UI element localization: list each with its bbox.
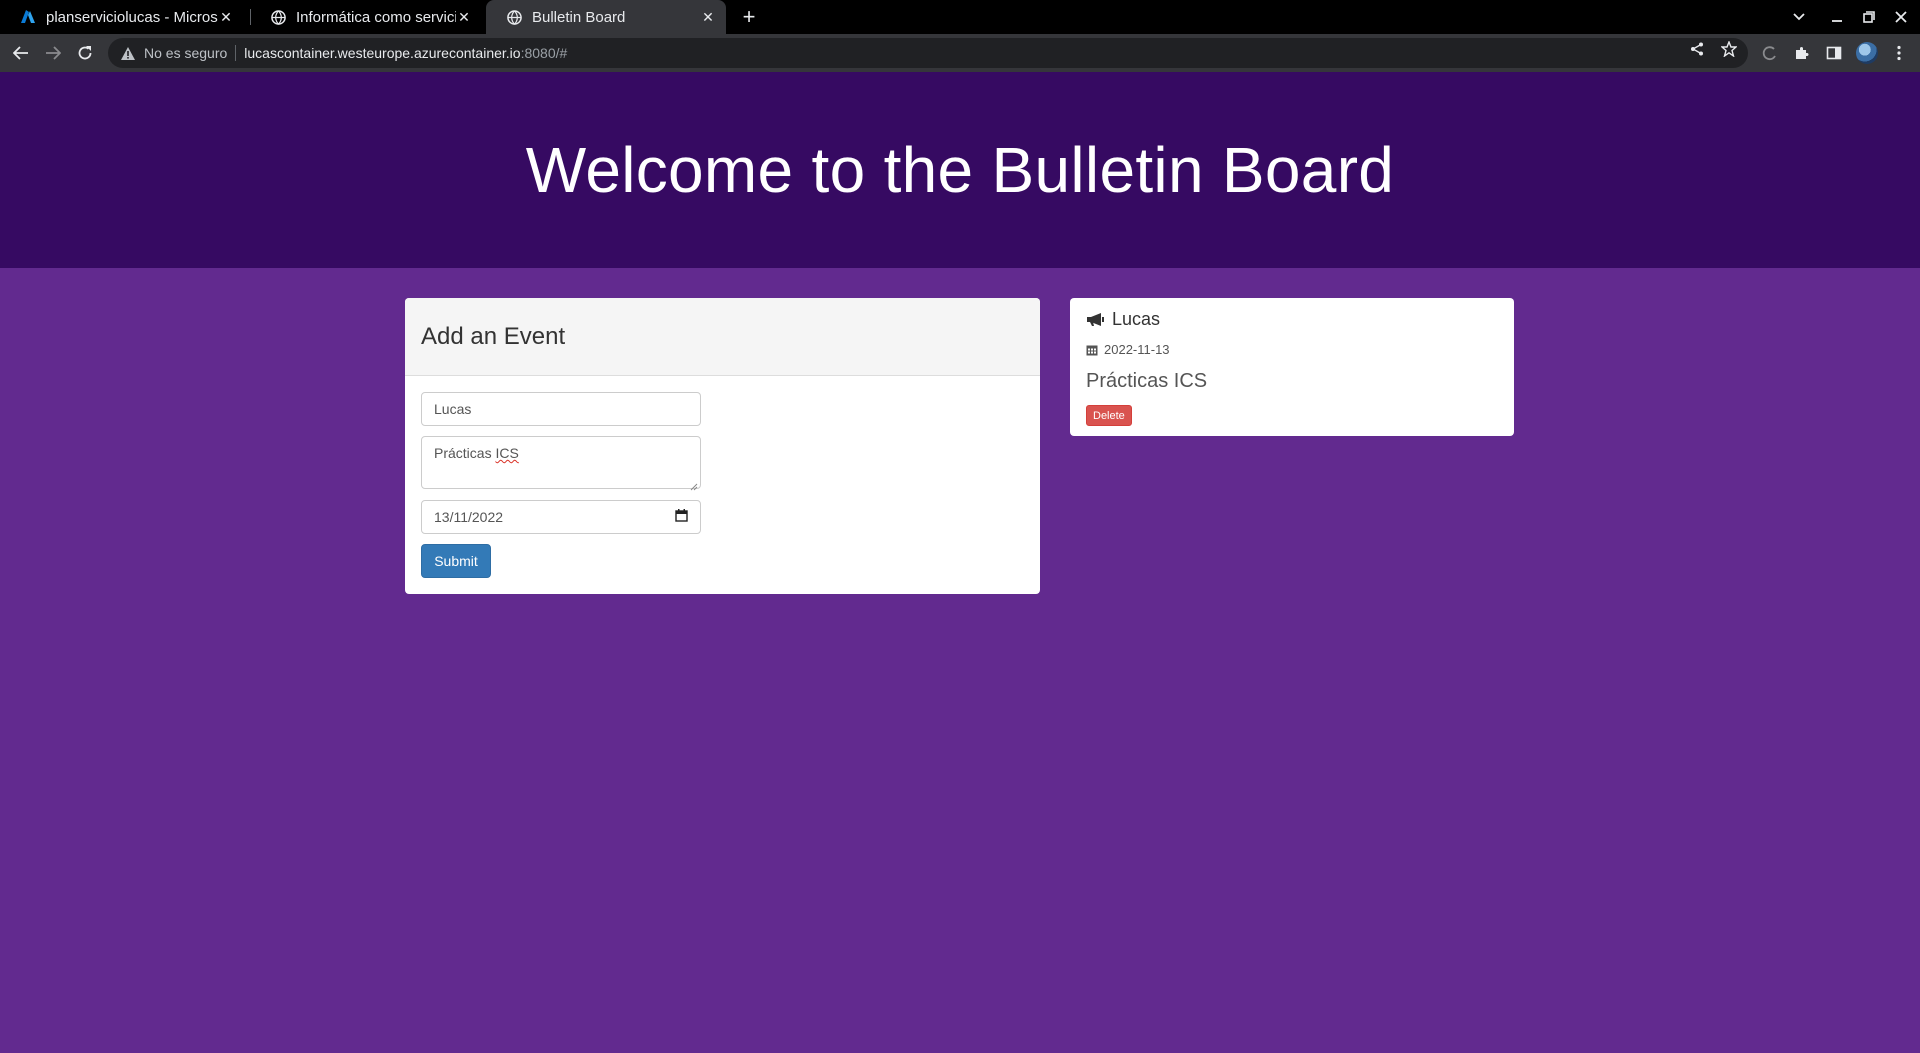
- add-event-heading: Add an Event: [405, 298, 1040, 376]
- description-text: Prácticas: [434, 445, 496, 461]
- tab-title: Bulletin Board: [532, 8, 626, 26]
- bullhorn-icon: [1086, 312, 1106, 328]
- event-description: Prácticas ICS: [1086, 370, 1208, 392]
- close-window-icon[interactable]: [1891, 7, 1911, 27]
- spellcheck-flagged-word: ICS: [495, 445, 519, 461]
- new-tab-icon[interactable]: +: [738, 4, 760, 29]
- browser-tab-informatica[interactable]: Informática como servicio ✕: [250, 0, 482, 34]
- reload-icon[interactable]: [74, 42, 96, 64]
- event-description-textarea[interactable]: Prácticas ICS: [421, 436, 701, 491]
- omnibox-divider: [235, 45, 237, 61]
- event-title-row: Lucas: [1086, 309, 1160, 330]
- calendar-icon: [1086, 343, 1099, 356]
- browser-tab-bulletin-board[interactable]: Bulletin Board ✕: [486, 0, 726, 34]
- close-icon[interactable]: ✕: [218, 9, 234, 25]
- delete-event-button[interactable]: Delete: [1086, 405, 1132, 426]
- more-menu-icon[interactable]: [1888, 42, 1910, 64]
- event-date: 2022-11-13: [1104, 342, 1170, 357]
- warning-icon[interactable]: [120, 45, 136, 61]
- tab-title: planserviciolucas - Micros: [46, 8, 218, 26]
- side-panel-icon[interactable]: [1823, 42, 1845, 64]
- page-header: Welcome to the Bulletin Board: [0, 72, 1920, 268]
- add-event-panel: Add an Event Lucas Prácticas ICS 13/11/2…: [405, 298, 1040, 594]
- resize-grip-icon[interactable]: [690, 478, 698, 491]
- event-name: Lucas: [1112, 309, 1161, 329]
- url-path: :8080/#: [520, 45, 568, 61]
- event-date-input[interactable]: 13/11/2022: [421, 500, 701, 534]
- browser-tab-azure[interactable]: planserviciolucas - Micros ✕: [0, 0, 244, 34]
- security-status-label[interactable]: No es seguro: [144, 45, 227, 61]
- event-date-value: 13/11/2022: [434, 509, 504, 525]
- panel-title: Add an Event: [421, 322, 566, 350]
- browser-toolbar: No es seguro lucascontainer.westeurope.a…: [0, 34, 1920, 72]
- address-bar[interactable]: No es seguro lucascontainer.westeurope.a…: [108, 38, 1748, 68]
- page-title: Welcome to the Bulletin Board: [525, 134, 1395, 206]
- close-icon[interactable]: ✕: [456, 9, 472, 25]
- url-host: lucascontainer.westeurope.azurecontainer…: [244, 45, 521, 61]
- calendar-picker-icon[interactable]: [675, 509, 688, 525]
- globe-icon: [506, 9, 522, 25]
- restore-icon[interactable]: [1859, 7, 1879, 27]
- close-icon[interactable]: ✕: [700, 9, 716, 25]
- share-icon[interactable]: [1687, 39, 1707, 59]
- azure-icon: [20, 9, 36, 25]
- browser-tab-bar: planserviciolucas - Micros ✕ Informática…: [0, 0, 1920, 34]
- extensions-puzzle-icon[interactable]: [1791, 42, 1813, 64]
- profile-avatar[interactable]: [1856, 42, 1878, 64]
- extension-arc-icon[interactable]: [1759, 42, 1781, 64]
- submit-button[interactable]: Submit: [421, 544, 491, 578]
- event-name-input[interactable]: Lucas: [421, 392, 701, 426]
- event-card: Lucas 2022-11-13 Prácticas ICS Delete: [1070, 298, 1514, 436]
- tab-search-chevron-icon[interactable]: [1789, 7, 1809, 27]
- forward-arrow-icon[interactable]: [42, 42, 64, 64]
- minimize-icon[interactable]: [1827, 7, 1847, 27]
- tab-title: Informática como servicio: [296, 8, 456, 26]
- event-name-value: Lucas: [434, 401, 472, 417]
- globe-icon: [270, 9, 286, 25]
- back-arrow-icon[interactable]: [10, 42, 32, 64]
- event-date-row: 2022-11-13: [1086, 342, 1170, 357]
- bookmark-star-icon[interactable]: [1719, 39, 1739, 59]
